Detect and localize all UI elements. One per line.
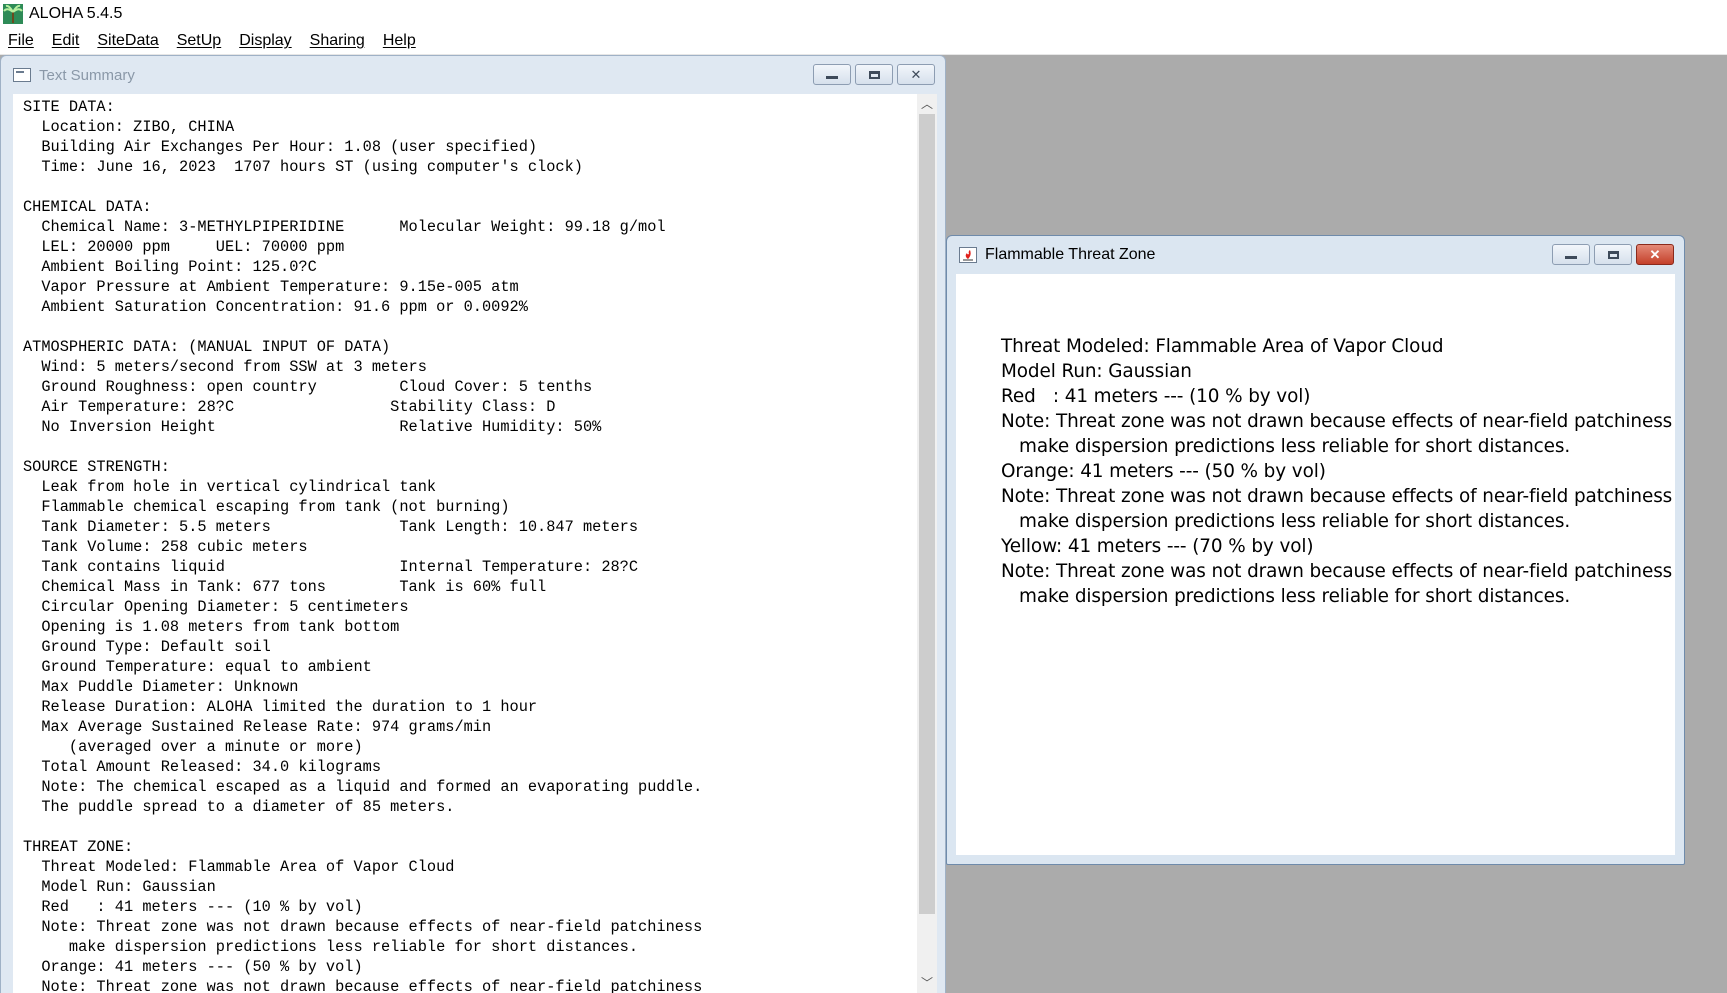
close-icon: ✕ (1649, 247, 1661, 262)
close-button[interactable]: ✕ (897, 64, 935, 85)
summary-line: Red : 41 meters --- (10 % by vol) (23, 898, 363, 916)
threat-modeled-text: Threat Modeled: Flammable Area of Vapor … (1001, 336, 1444, 357)
summary-line: Leak from hole in vertical cylindrical t… (23, 478, 437, 496)
summary-line: Threat Modeled: Flammable Area of Vapor … (23, 858, 455, 876)
summary-line: Chemical Name: 3-METHYLPIPERIDINE Molecu… (23, 218, 666, 236)
scroll-up-arrow-icon[interactable]: ︿ (917, 94, 937, 114)
summary-line: SOURCE STRENGTH: (23, 458, 170, 476)
menu-edit[interactable]: Edit (43, 28, 89, 54)
close-button[interactable]: ✕ (1636, 244, 1674, 265)
summary-line: Note: Threat zone was not drawn because … (23, 978, 703, 993)
summary-line: Note: Threat zone was not drawn because … (23, 918, 703, 936)
summary-line: Max Average Sustained Release Rate: 974 … (23, 718, 492, 736)
minimize-icon (826, 76, 838, 79)
flame-icon (959, 247, 977, 263)
summary-line: Tank contains liquid Internal Temperatur… (23, 558, 639, 576)
summary-line: Note: The chemical escaped as a liquid a… (23, 778, 703, 796)
summary-line: make dispersion predictions less reliabl… (23, 938, 639, 956)
summary-line: Model Run: Gaussian (23, 878, 216, 896)
summary-line: Total Amount Released: 34.0 kilograms (23, 758, 382, 776)
summary-line: ATMOSPHERIC DATA: (MANUAL INPUT OF DATA) (23, 338, 391, 356)
summary-line: Flammable chemical escaping from tank (n… (23, 498, 510, 516)
close-icon: ✕ (910, 67, 922, 82)
summary-line: Time: June 16, 2023 1707 hours ST (using… (23, 158, 583, 176)
menu-display[interactable]: Display (230, 28, 300, 54)
summary-line: Location: ZIBO, CHINA (23, 118, 235, 136)
scroll-thumb[interactable] (919, 114, 935, 914)
summary-line: Air Temperature: 28?C Stability Class: D (23, 398, 556, 416)
menu-sharing[interactable]: Sharing (301, 28, 374, 54)
summary-line: Orange: 41 meters --- (50 % by vol) (23, 958, 363, 976)
app-titlebar: ALOHA 5.4.5 (0, 0, 1727, 28)
maximize-button[interactable] (855, 64, 893, 85)
maximize-icon (1607, 250, 1619, 259)
text-summary-title: Text Summary (39, 66, 135, 84)
summary-line: (averaged over a minute or more) (23, 738, 363, 756)
menu-sitedata[interactable]: SiteData (88, 28, 167, 54)
text-document-icon (13, 68, 31, 82)
minimize-button[interactable] (813, 64, 851, 85)
orange-zone-text: Orange: 41 meters --- (50 % by vol) (1001, 461, 1326, 482)
summary-line: Opening is 1.08 meters from tank bottom (23, 618, 400, 636)
summary-line: The puddle spread to a diameter of 85 me… (23, 798, 455, 816)
summary-line: Ambient Saturation Concentration: 91.6 p… (23, 298, 528, 316)
maximize-button[interactable] (1594, 244, 1632, 265)
app-title: ALOHA 5.4.5 (29, 5, 123, 22)
summary-line: Building Air Exchanges Per Hour: 1.08 (u… (23, 138, 538, 156)
note-text: Note: Threat zone was not drawn because … (1001, 486, 1673, 507)
menu-file[interactable]: File (0, 28, 43, 54)
maximize-icon (868, 70, 880, 79)
summary-line: Ground Roughness: open country Cloud Cov… (23, 378, 593, 396)
summary-line: Max Puddle Diameter: Unknown (23, 678, 299, 696)
summary-line: Circular Opening Diameter: 5 centimeters (23, 598, 409, 616)
summary-line: Wind: 5 meters/second from SSW at 3 mete… (23, 358, 427, 376)
vertical-scrollbar[interactable]: ︿ ﹀ (917, 94, 937, 993)
menu-setup[interactable]: SetUp (168, 28, 230, 54)
red-zone-text: Red : 41 meters --- (10 % by vol) (1001, 386, 1311, 407)
summary-line: Ambient Boiling Point: 125.0?C (23, 258, 317, 276)
text-summary-content[interactable]: SITE DATA: Location: ZIBO, CHINA Buildin… (13, 94, 917, 993)
summary-line: LEL: 20000 ppm UEL: 70000 ppm (23, 238, 345, 256)
yellow-zone-text: Yellow: 41 meters --- (70 % by vol) (1001, 536, 1314, 557)
menu-bar: File Edit SiteData SetUp Display Sharing… (0, 28, 1727, 55)
menu-help[interactable]: Help (374, 28, 425, 54)
model-run-text: Model Run: Gaussian (1001, 361, 1192, 382)
text-summary-window[interactable]: Text Summary ✕ SITE DATA: Location: ZIBO… (0, 55, 946, 993)
summary-line: Tank Volume: 258 cubic meters (23, 538, 308, 556)
summary-line: Ground Temperature: equal to ambient (23, 658, 372, 676)
summary-line: No Inversion Height Relative Humidity: 5… (23, 418, 602, 436)
minimize-button[interactable] (1552, 244, 1590, 265)
threat-zone-titlebar[interactable]: Flammable Threat Zone ✕ (947, 236, 1684, 274)
note-text: Note: Threat zone was not drawn because … (1001, 561, 1673, 582)
text-summary-titlebar[interactable]: Text Summary ✕ (1, 56, 945, 94)
note-text: make dispersion predictions less reliabl… (1019, 586, 1571, 607)
note-text: Note: Threat zone was not drawn because … (1001, 411, 1673, 432)
aloha-palm-icon (3, 4, 23, 24)
summary-line: Release Duration: ALOHA limited the dura… (23, 698, 538, 716)
summary-line: Vapor Pressure at Ambient Temperature: 9… (23, 278, 519, 296)
note-text: make dispersion predictions less reliabl… (1019, 511, 1571, 532)
threat-zone-content: Threat Modeled: Flammable Area of Vapor … (956, 274, 1675, 855)
note-text: make dispersion predictions less reliabl… (1019, 436, 1571, 457)
threat-zone-window[interactable]: Flammable Threat Zone ✕ Threat Modeled: … (946, 235, 1685, 865)
summary-line: Ground Type: Default soil (23, 638, 271, 656)
summary-line: THREAT ZONE: (23, 838, 134, 856)
summary-line: CHEMICAL DATA: (23, 198, 152, 216)
minimize-icon (1565, 256, 1577, 259)
summary-line: Chemical Mass in Tank: 677 tons Tank is … (23, 578, 547, 596)
scroll-down-arrow-icon[interactable]: ﹀ (917, 973, 937, 993)
summary-line: SITE DATA: (23, 98, 115, 116)
summary-text: SITE DATA: Location: ZIBO, CHINA Buildin… (13, 94, 917, 993)
threat-zone-title: Flammable Threat Zone (985, 246, 1156, 263)
summary-line: Tank Diameter: 5.5 meters Tank Length: 1… (23, 518, 639, 536)
